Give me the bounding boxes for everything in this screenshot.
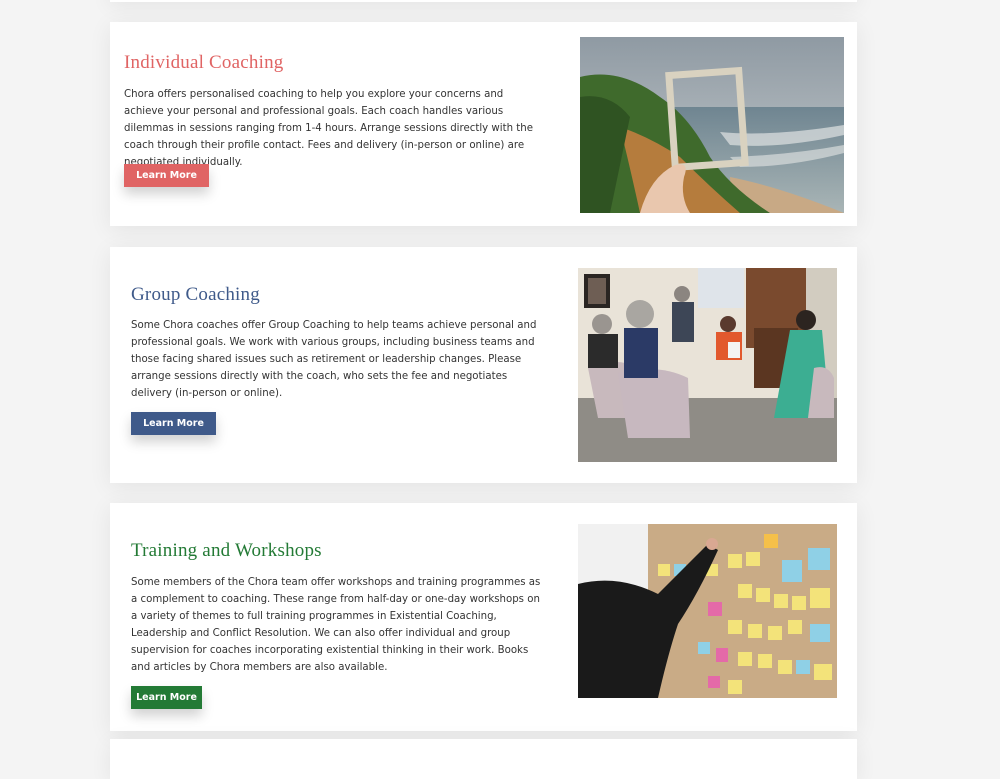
next-section-card bbox=[110, 739, 857, 779]
group-coaching-description: Some Chora coaches offer Group Coaching … bbox=[131, 320, 537, 399]
previous-section-card bbox=[110, 0, 857, 2]
training-workshops-learn-more-button[interactable]: Learn More bbox=[131, 686, 202, 709]
group-session-photo bbox=[578, 268, 837, 462]
frame-on-cliff-photo bbox=[580, 37, 844, 213]
training-workshops-description: Some members of the Chora team offer wor… bbox=[131, 577, 541, 673]
sticky-notes-workshop-photo bbox=[578, 524, 837, 698]
training-workshops-title: Training and Workshops bbox=[131, 540, 322, 561]
individual-coaching-learn-more-button[interactable]: Learn More bbox=[124, 164, 209, 187]
individual-coaching-description: Chora offers personalised coaching to he… bbox=[124, 89, 533, 168]
group-coaching-learn-more-button[interactable]: Learn More bbox=[131, 412, 216, 435]
group-coaching-title: Group Coaching bbox=[131, 284, 260, 305]
individual-coaching-title: Individual Coaching bbox=[124, 52, 284, 73]
